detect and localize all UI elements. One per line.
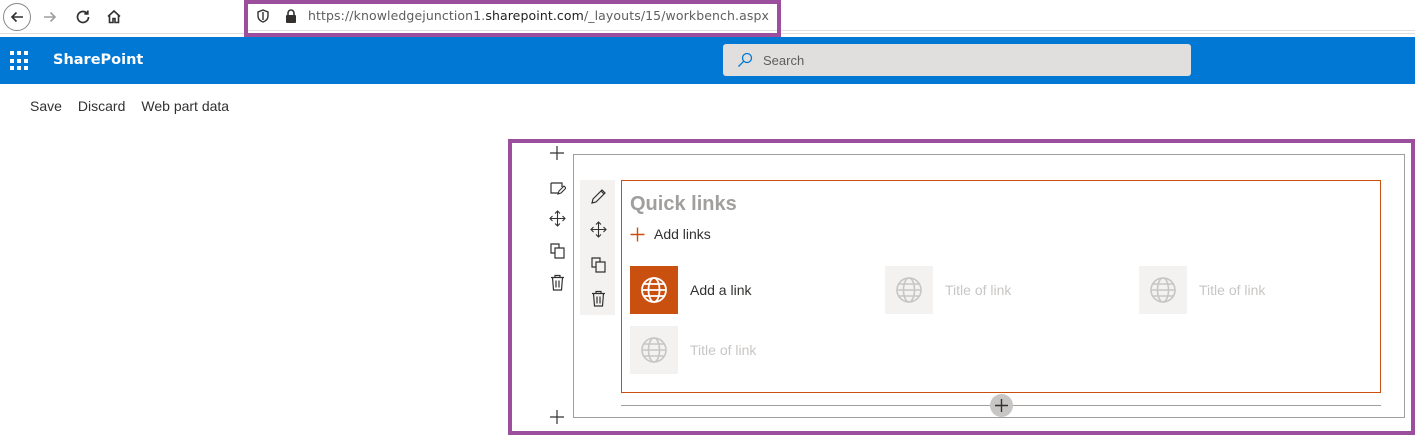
brand-title[interactable]: SharePoint <box>53 52 143 68</box>
url-highlight-box <box>244 0 781 37</box>
forward-button[interactable] <box>36 3 64 31</box>
home-icon <box>107 9 121 24</box>
search-input[interactable] <box>763 49 1163 71</box>
reload-icon <box>76 10 90 24</box>
reload-button[interactable] <box>69 3 97 31</box>
home-button[interactable] <box>100 3 128 31</box>
save-button[interactable]: Save <box>30 98 62 114</box>
app-launcher-icon[interactable] <box>10 51 30 71</box>
arrow-left-icon <box>10 11 23 23</box>
search-icon <box>738 52 753 67</box>
discard-button[interactable]: Discard <box>78 98 125 114</box>
command-bar: Save Discard Web part data <box>30 98 229 114</box>
webpart-data-button[interactable]: Web part data <box>141 98 229 114</box>
arrow-right-icon <box>44 11 57 23</box>
suite-bar: SharePoint <box>0 37 1415 84</box>
search-box[interactable] <box>723 44 1191 76</box>
back-button[interactable] <box>3 3 31 31</box>
canvas-highlight-box <box>508 139 1415 435</box>
